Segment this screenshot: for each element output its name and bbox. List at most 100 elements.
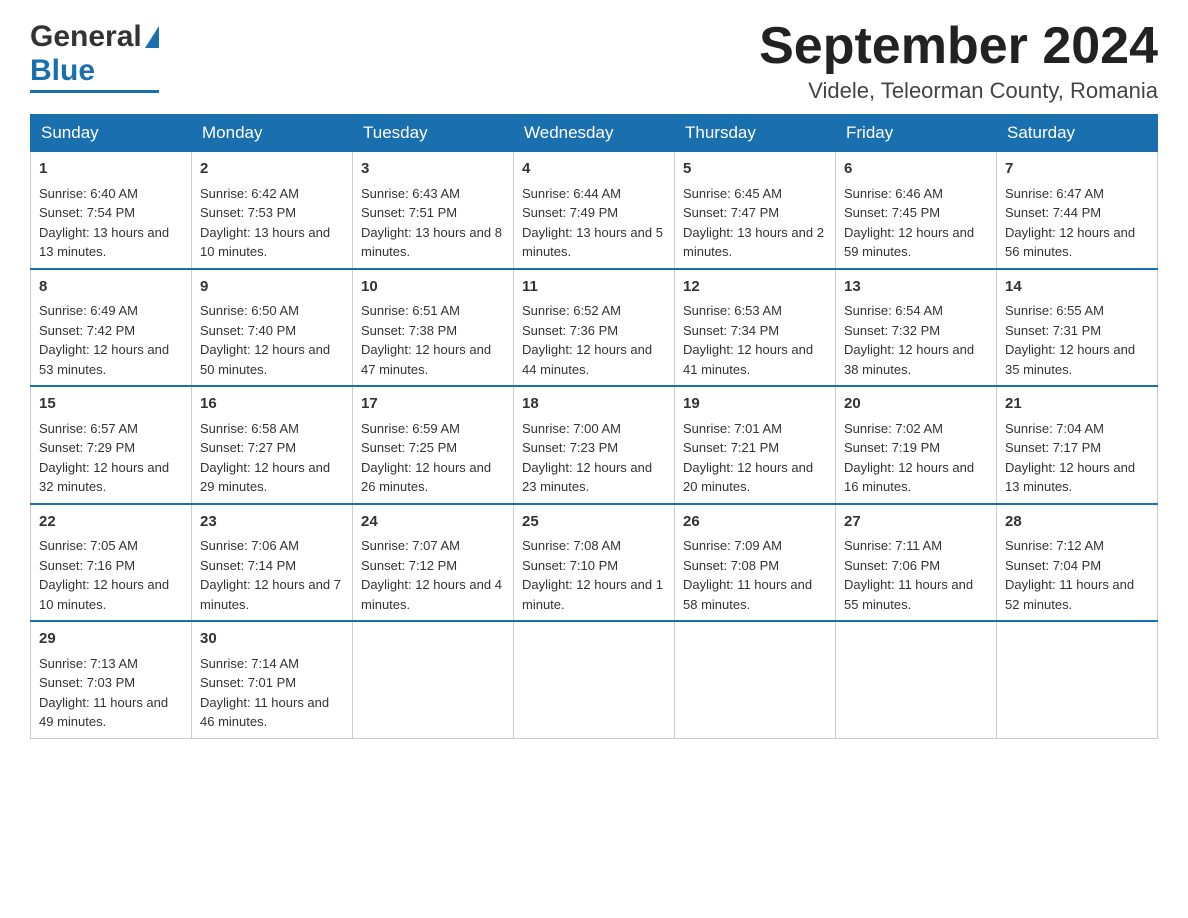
- sunrise-text: Sunrise: 7:01 AM: [683, 419, 827, 439]
- sunrise-text: Sunrise: 7:07 AM: [361, 536, 505, 556]
- daylight-text: Daylight: 12 hours and 4 minutes.: [361, 575, 505, 614]
- sunset-text: Sunset: 7:08 PM: [683, 556, 827, 576]
- daylight-text: Daylight: 12 hours and 35 minutes.: [1005, 340, 1149, 379]
- day-number: 13: [844, 276, 988, 299]
- table-row: 22Sunrise: 7:05 AMSunset: 7:16 PMDayligh…: [31, 504, 192, 622]
- table-row: [997, 621, 1158, 738]
- day-number: 27: [844, 511, 988, 534]
- logo: General Blue: [30, 20, 159, 93]
- day-number: 21: [1005, 393, 1149, 416]
- table-row: [353, 621, 514, 738]
- daylight-text: Daylight: 11 hours and 55 minutes.: [844, 575, 988, 614]
- day-number: 12: [683, 276, 827, 299]
- calendar-week-row: 1Sunrise: 6:40 AMSunset: 7:54 PMDaylight…: [31, 152, 1158, 269]
- sunrise-text: Sunrise: 7:12 AM: [1005, 536, 1149, 556]
- header-tuesday: Tuesday: [353, 115, 514, 152]
- day-number: 28: [1005, 511, 1149, 534]
- calendar-week-row: 29Sunrise: 7:13 AMSunset: 7:03 PMDayligh…: [31, 621, 1158, 738]
- table-row: 7Sunrise: 6:47 AMSunset: 7:44 PMDaylight…: [997, 152, 1158, 269]
- table-row: 24Sunrise: 7:07 AMSunset: 7:12 PMDayligh…: [353, 504, 514, 622]
- title-area: September 2024 Videle, Teleorman County,…: [759, 20, 1158, 104]
- sunrise-text: Sunrise: 7:08 AM: [522, 536, 666, 556]
- sunrise-text: Sunrise: 6:42 AM: [200, 184, 344, 204]
- sunset-text: Sunset: 7:47 PM: [683, 203, 827, 223]
- day-number: 2: [200, 158, 344, 181]
- sunset-text: Sunset: 7:19 PM: [844, 438, 988, 458]
- logo-chevron-icon: [145, 26, 159, 48]
- table-row: 12Sunrise: 6:53 AMSunset: 7:34 PMDayligh…: [675, 269, 836, 387]
- day-number: 17: [361, 393, 505, 416]
- daylight-text: Daylight: 12 hours and 23 minutes.: [522, 458, 666, 497]
- daylight-text: Daylight: 12 hours and 50 minutes.: [200, 340, 344, 379]
- day-number: 23: [200, 511, 344, 534]
- table-row: 26Sunrise: 7:09 AMSunset: 7:08 PMDayligh…: [675, 504, 836, 622]
- sunset-text: Sunset: 7:23 PM: [522, 438, 666, 458]
- table-row: 3Sunrise: 6:43 AMSunset: 7:51 PMDaylight…: [353, 152, 514, 269]
- table-row: 10Sunrise: 6:51 AMSunset: 7:38 PMDayligh…: [353, 269, 514, 387]
- location-subtitle: Videle, Teleorman County, Romania: [759, 78, 1158, 104]
- table-row: 25Sunrise: 7:08 AMSunset: 7:10 PMDayligh…: [514, 504, 675, 622]
- sunrise-text: Sunrise: 7:14 AM: [200, 654, 344, 674]
- table-row: 28Sunrise: 7:12 AMSunset: 7:04 PMDayligh…: [997, 504, 1158, 622]
- table-row: 4Sunrise: 6:44 AMSunset: 7:49 PMDaylight…: [514, 152, 675, 269]
- calendar-week-row: 15Sunrise: 6:57 AMSunset: 7:29 PMDayligh…: [31, 386, 1158, 504]
- logo-bottom-line: [30, 90, 159, 93]
- day-number: 29: [39, 628, 183, 651]
- daylight-text: Daylight: 11 hours and 58 minutes.: [683, 575, 827, 614]
- sunset-text: Sunset: 7:14 PM: [200, 556, 344, 576]
- sunrise-text: Sunrise: 6:44 AM: [522, 184, 666, 204]
- calendar-header-row: Sunday Monday Tuesday Wednesday Thursday…: [31, 115, 1158, 152]
- table-row: 1Sunrise: 6:40 AMSunset: 7:54 PMDaylight…: [31, 152, 192, 269]
- sunset-text: Sunset: 7:06 PM: [844, 556, 988, 576]
- day-number: 1: [39, 158, 183, 181]
- table-row: 18Sunrise: 7:00 AMSunset: 7:23 PMDayligh…: [514, 386, 675, 504]
- table-row: 27Sunrise: 7:11 AMSunset: 7:06 PMDayligh…: [836, 504, 997, 622]
- day-number: 18: [522, 393, 666, 416]
- day-number: 6: [844, 158, 988, 181]
- day-number: 19: [683, 393, 827, 416]
- table-row: [514, 621, 675, 738]
- daylight-text: Daylight: 12 hours and 7 minutes.: [200, 575, 344, 614]
- sunrise-text: Sunrise: 7:04 AM: [1005, 419, 1149, 439]
- table-row: [836, 621, 997, 738]
- day-number: 24: [361, 511, 505, 534]
- daylight-text: Daylight: 12 hours and 53 minutes.: [39, 340, 183, 379]
- table-row: [675, 621, 836, 738]
- day-number: 22: [39, 511, 183, 534]
- daylight-text: Daylight: 12 hours and 59 minutes.: [844, 223, 988, 262]
- sunset-text: Sunset: 7:44 PM: [1005, 203, 1149, 223]
- sunset-text: Sunset: 7:54 PM: [39, 203, 183, 223]
- header-saturday: Saturday: [997, 115, 1158, 152]
- daylight-text: Daylight: 11 hours and 52 minutes.: [1005, 575, 1149, 614]
- table-row: 11Sunrise: 6:52 AMSunset: 7:36 PMDayligh…: [514, 269, 675, 387]
- sunset-text: Sunset: 7:25 PM: [361, 438, 505, 458]
- sunrise-text: Sunrise: 7:13 AM: [39, 654, 183, 674]
- day-number: 9: [200, 276, 344, 299]
- day-number: 15: [39, 393, 183, 416]
- header-monday: Monday: [192, 115, 353, 152]
- header-friday: Friday: [836, 115, 997, 152]
- table-row: 9Sunrise: 6:50 AMSunset: 7:40 PMDaylight…: [192, 269, 353, 387]
- calendar-week-row: 8Sunrise: 6:49 AMSunset: 7:42 PMDaylight…: [31, 269, 1158, 387]
- calendar-table: Sunday Monday Tuesday Wednesday Thursday…: [30, 114, 1158, 739]
- table-row: 15Sunrise: 6:57 AMSunset: 7:29 PMDayligh…: [31, 386, 192, 504]
- day-number: 8: [39, 276, 183, 299]
- daylight-text: Daylight: 12 hours and 10 minutes.: [39, 575, 183, 614]
- daylight-text: Daylight: 13 hours and 10 minutes.: [200, 223, 344, 262]
- sunset-text: Sunset: 7:01 PM: [200, 673, 344, 693]
- sunset-text: Sunset: 7:31 PM: [1005, 321, 1149, 341]
- day-number: 11: [522, 276, 666, 299]
- daylight-text: Daylight: 12 hours and 32 minutes.: [39, 458, 183, 497]
- sunset-text: Sunset: 7:51 PM: [361, 203, 505, 223]
- day-number: 5: [683, 158, 827, 181]
- sunrise-text: Sunrise: 6:57 AM: [39, 419, 183, 439]
- daylight-text: Daylight: 12 hours and 16 minutes.: [844, 458, 988, 497]
- day-number: 7: [1005, 158, 1149, 181]
- daylight-text: Daylight: 12 hours and 56 minutes.: [1005, 223, 1149, 262]
- daylight-text: Daylight: 12 hours and 13 minutes.: [1005, 458, 1149, 497]
- sunset-text: Sunset: 7:53 PM: [200, 203, 344, 223]
- sunrise-text: Sunrise: 6:54 AM: [844, 301, 988, 321]
- sunset-text: Sunset: 7:12 PM: [361, 556, 505, 576]
- daylight-text: Daylight: 12 hours and 38 minutes.: [844, 340, 988, 379]
- daylight-text: Daylight: 12 hours and 20 minutes.: [683, 458, 827, 497]
